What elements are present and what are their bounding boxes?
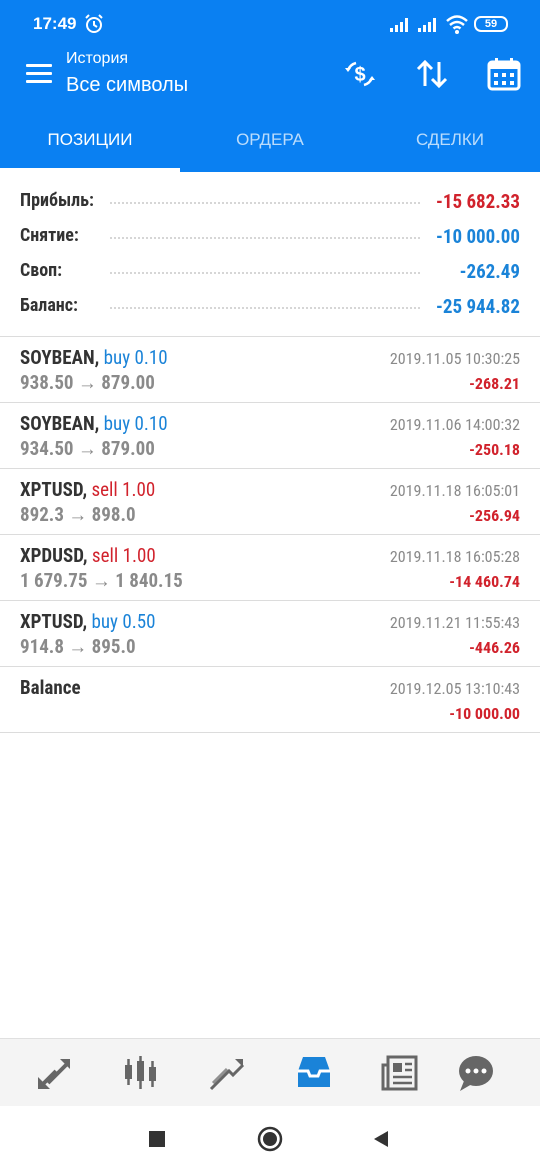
trade-icon[interactable]: [207, 1053, 247, 1093]
deal-time: 2019.11.05 10:30:25: [389, 349, 520, 368]
deal-symbol: SOYBEAN,: [20, 346, 100, 369]
list-item[interactable]: XPTUSD, sell 1.00 892.3 → 898.0 2019.11.…: [0, 469, 540, 535]
deal-time: 2019.12.05 13:10:43: [389, 679, 520, 698]
deal-prices: 914.8 → 895.0: [20, 635, 136, 658]
summary-label: Снятие:: [20, 225, 87, 246]
summary-value: -15 682.33: [430, 190, 520, 213]
status-bar: 17:49 59: [0, 0, 540, 48]
header: 17:49 59 История Все символы $ ПОЗИЦИИ О…: [0, 0, 540, 172]
deal-symbol: XPTUSD,: [20, 610, 88, 633]
signal-icon: [390, 18, 408, 32]
tab-orders[interactable]: ОРДЕРА: [180, 110, 360, 172]
dots-divider: [110, 237, 420, 239]
quotes-icon[interactable]: [34, 1053, 74, 1093]
deal-profit: -250.18: [469, 440, 520, 459]
deal-profit: -446.26: [469, 638, 520, 657]
news-icon[interactable]: [380, 1053, 420, 1093]
alarm-icon: [85, 14, 103, 33]
deal-profit: -268.21: [469, 374, 520, 393]
deal-side: buy 0.50: [91, 610, 156, 633]
deals-list: SOYBEAN, buy 0.10 938.50 → 879.00 2019.1…: [0, 337, 540, 733]
menu-icon[interactable]: [26, 64, 52, 84]
deal-time: 2019.11.18 16:05:28: [389, 547, 520, 566]
deal-time: 2019.11.18 16:05:01: [389, 481, 520, 500]
summary-value: -10 000.00: [430, 225, 520, 248]
summary-value: -262.49: [453, 260, 520, 283]
summary-label: Баланс:: [20, 295, 86, 316]
summary-label: Прибыль:: [20, 190, 102, 211]
deal-prices: 1 679.75 → 1 840.15: [20, 569, 183, 592]
deal-symbol: XPDUSD,: [20, 544, 88, 567]
summary-label: Своп:: [20, 260, 71, 281]
dots-divider: [110, 307, 420, 309]
dots-divider: [110, 202, 420, 204]
tab-positions[interactable]: ПОЗИЦИИ: [0, 110, 180, 172]
summary-swap: Своп: -262.49: [0, 254, 540, 289]
back-icon[interactable]: [368, 1126, 394, 1152]
summary-balance: Баланс: -25 944.82: [0, 289, 540, 324]
deal-symbol: Balance: [20, 676, 81, 699]
deal-profit: -10 000.00: [449, 704, 520, 723]
chat-icon[interactable]: [456, 1053, 496, 1093]
list-item[interactable]: SOYBEAN, buy 0.10 934.50 → 879.00 2019.1…: [0, 403, 540, 469]
deal-prices: 892.3 → 898.0: [20, 503, 136, 526]
summary: Прибыль: -15 682.33 Снятие: -10 000.00 С…: [0, 184, 540, 324]
tab-bar: ПОЗИЦИИ ОРДЕРА СДЕЛКИ: [0, 110, 540, 172]
deal-time: 2019.11.21 11:55:43: [389, 613, 520, 632]
calendar-icon[interactable]: [486, 56, 522, 92]
wifi-icon: [446, 15, 468, 34]
deal-profit: -14 460.74: [449, 572, 520, 591]
deal-prices: 934.50 → 879.00: [20, 437, 155, 460]
deal-side: sell 1.00: [91, 544, 156, 567]
deal-side: buy 0.10: [103, 412, 168, 435]
deal-side: sell 1.00: [91, 478, 156, 501]
deal-side: buy 0.10: [103, 346, 168, 369]
list-item[interactable]: XPTUSD, buy 0.50 914.8 → 895.0 2019.11.2…: [0, 601, 540, 667]
signal-icon: [418, 18, 436, 32]
deal-profit: -256.94: [469, 506, 520, 525]
screen: 17:49 59 История Все символы $ ПОЗИЦИИ О…: [0, 0, 540, 1170]
app-bar: История Все символы $: [0, 48, 540, 110]
bottom-nav: [0, 1038, 540, 1106]
system-nav-bar: [0, 1106, 540, 1170]
dots-divider: [110, 272, 420, 274]
battery-icon: 59: [474, 16, 508, 32]
status-time: 17:49: [33, 14, 77, 33]
deal-symbol: SOYBEAN,: [20, 412, 100, 435]
home-icon[interactable]: [257, 1126, 283, 1152]
list-item[interactable]: Balance 2019.12.05 13:10:43 -10 000.00: [0, 667, 540, 733]
candlestick-chart-icon[interactable]: [120, 1053, 160, 1093]
tab-deals[interactable]: СДЕЛКИ: [360, 110, 540, 172]
sort-icon[interactable]: [414, 56, 450, 92]
deal-time: 2019.11.06 14:00:32: [389, 415, 520, 434]
svg-text:$: $: [354, 64, 365, 86]
deal-symbol: XPTUSD,: [20, 478, 88, 501]
list-item[interactable]: XPDUSD, sell 1.00 1 679.75 → 1 840.15 20…: [0, 535, 540, 601]
deal-prices: 938.50 → 879.00: [20, 371, 155, 394]
summary-profit: Прибыль: -15 682.33: [0, 184, 540, 219]
currency-exchange-icon[interactable]: $: [342, 56, 378, 92]
history-inbox-icon[interactable]: [294, 1053, 334, 1093]
summary-value: -25 944.82: [430, 295, 520, 318]
app-bar-subtitle: История: [66, 50, 129, 67]
summary-withdrawal: Снятие: -10 000.00: [0, 219, 540, 254]
list-item[interactable]: SOYBEAN, buy 0.10 938.50 → 879.00 2019.1…: [0, 337, 540, 403]
app-bar-title[interactable]: Все символы: [66, 74, 188, 97]
recents-icon[interactable]: [144, 1126, 170, 1152]
